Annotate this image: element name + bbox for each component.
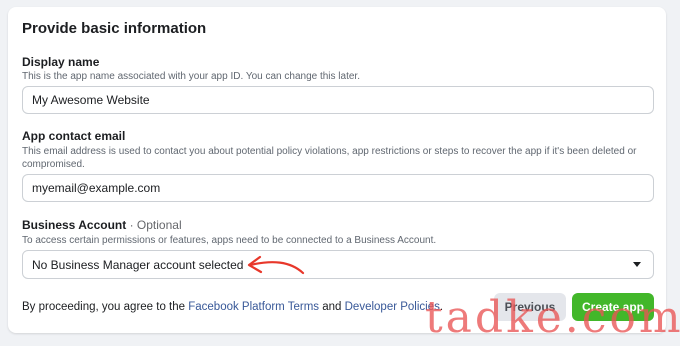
terms-prefix: By proceeding, you agree to the: [22, 301, 189, 313]
business-account-help: To access certain permissions or feature…: [22, 235, 437, 246]
contact-email-label: App contact email: [22, 129, 126, 143]
display-name-help: This is the app name associated with you…: [22, 71, 360, 82]
business-account-label: Business Account · Optional: [22, 218, 182, 232]
chevron-down-icon: [633, 262, 641, 267]
terms-notice: By proceeding, you agree to the Facebook…: [22, 301, 443, 313]
display-name-label: Display name: [22, 55, 100, 69]
display-name-input[interactable]: [22, 86, 654, 114]
business-account-label-text: Business Account: [22, 218, 127, 232]
optional-tag: · Optional: [126, 218, 182, 232]
developer-policies-link[interactable]: Developer Policies: [345, 301, 440, 313]
red-arrow-annotation-icon: [247, 255, 305, 275]
contact-email-help: This email address is used to contact yo…: [22, 146, 637, 170]
contact-email-input[interactable]: [22, 174, 654, 202]
terms-suffix: .: [439, 301, 444, 313]
basic-info-card: Provide basic information Display name T…: [8, 7, 666, 333]
business-account-select[interactable]: No Business Manager account selected: [22, 250, 654, 279]
business-account-selected: No Business Manager account selected: [32, 258, 244, 272]
card-title: Provide basic information: [22, 20, 207, 37]
previous-button[interactable]: Previous: [494, 293, 566, 321]
facebook-platform-terms-link[interactable]: Facebook Platform Terms: [188, 301, 319, 313]
create-app-button[interactable]: Create app: [572, 293, 654, 321]
terms-and: and: [319, 301, 345, 313]
